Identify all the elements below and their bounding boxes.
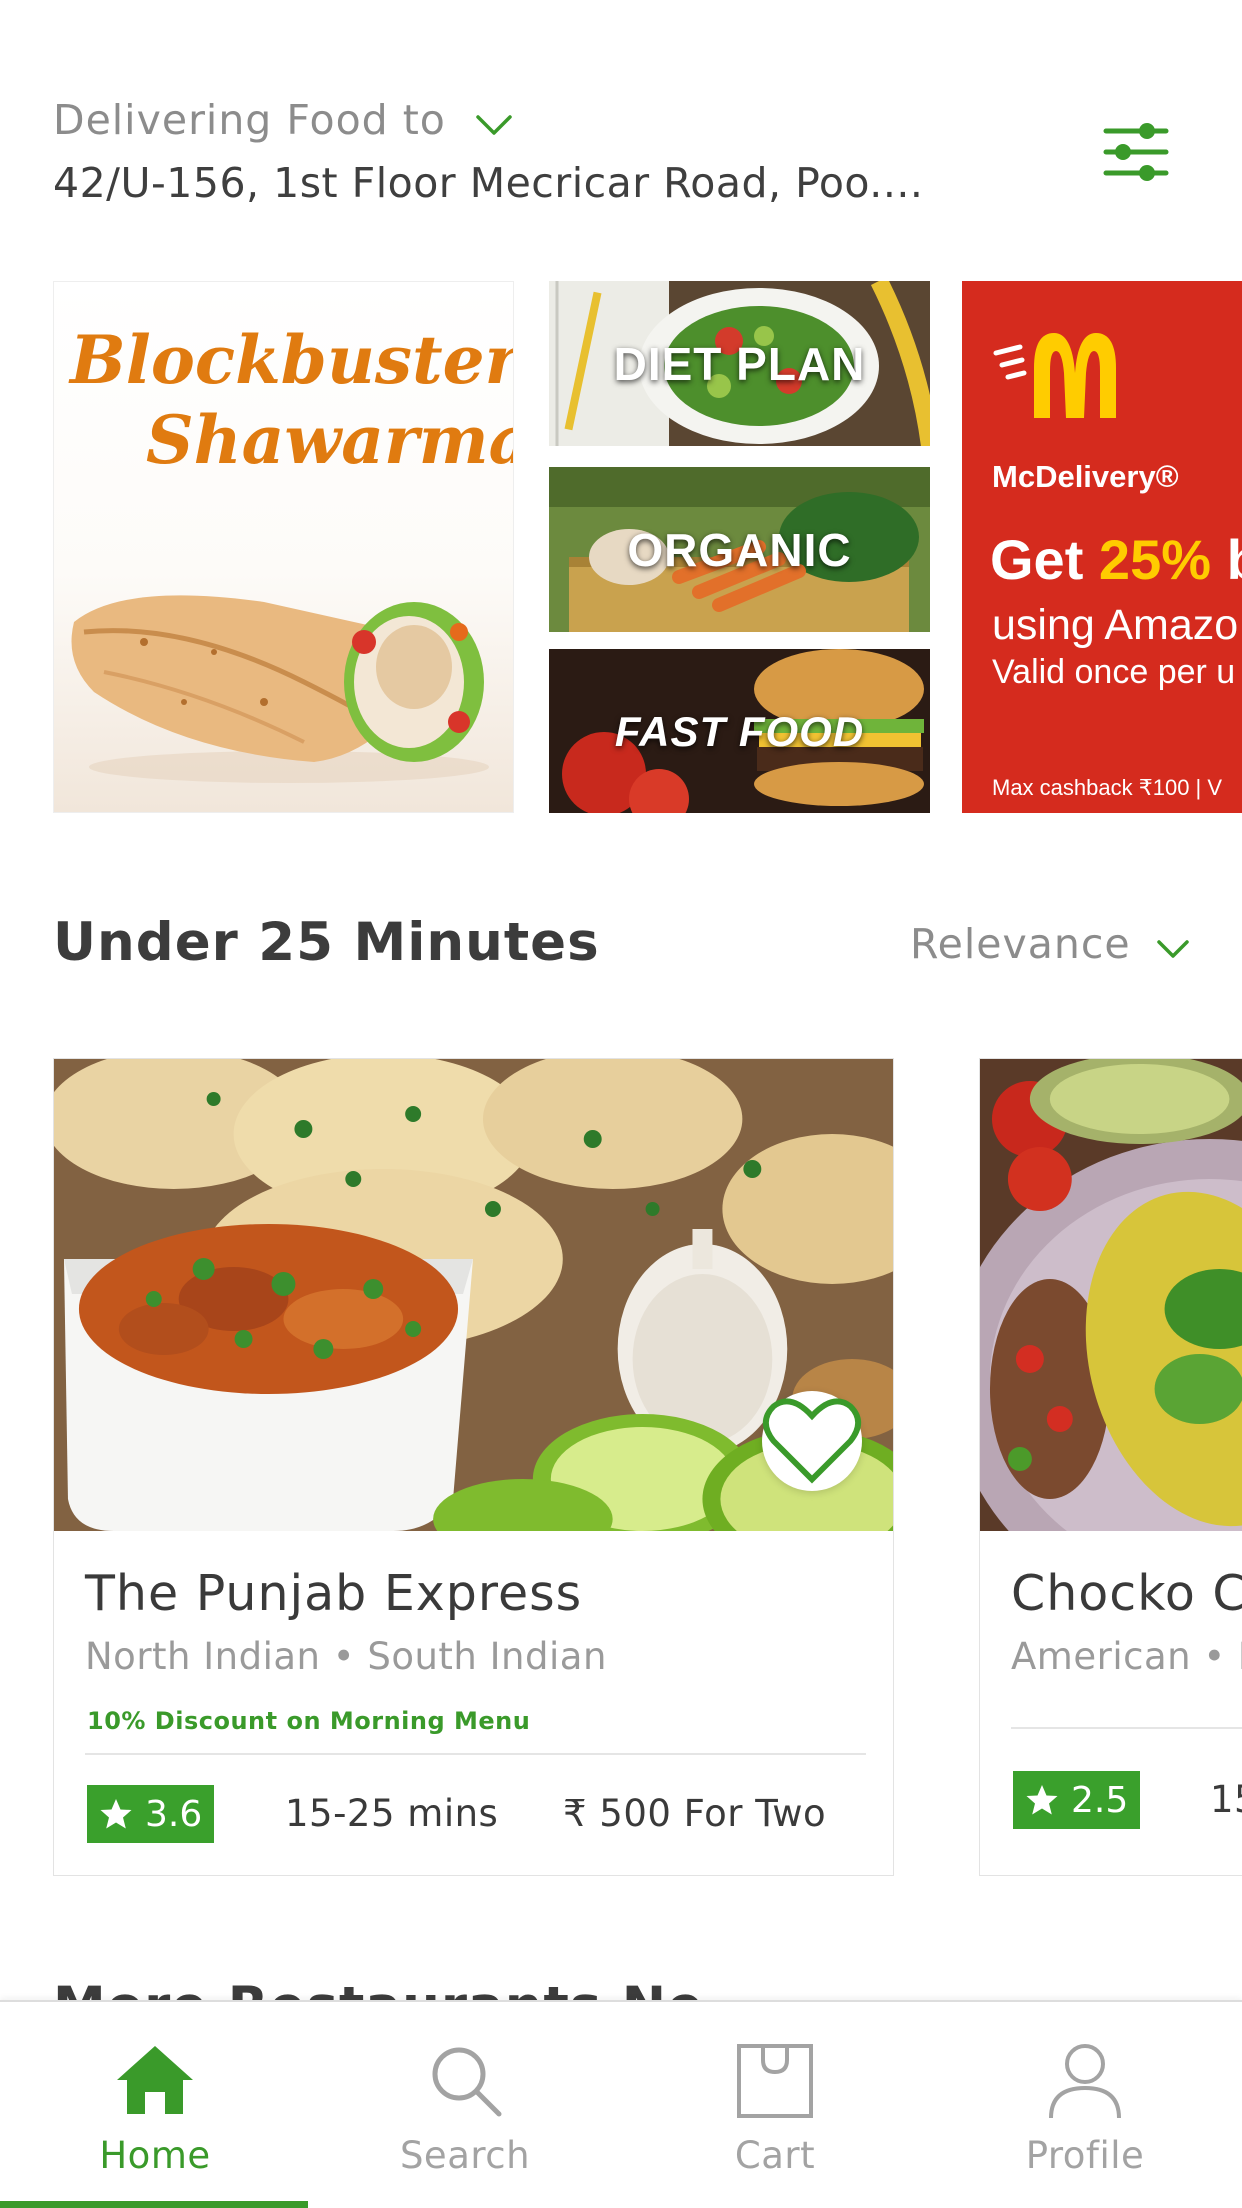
- mcdelivery-offer-suffix: b: [1211, 528, 1242, 591]
- active-tab-indicator: [0, 2201, 308, 2208]
- nav-search-label: Search: [399, 2134, 531, 2177]
- restaurant-cuisine: North Indian • South Indian: [85, 1635, 607, 1678]
- favorite-button[interactable]: [762, 1391, 862, 1491]
- shawarma-title-line1: Blockbuster: [70, 321, 514, 399]
- shawarma-promo-banner[interactable]: Blockbuster Shawarma: [53, 281, 514, 813]
- restaurant-card[interactable]: The Punjab Express North Indian • South …: [53, 1058, 894, 1876]
- restaurant-card[interactable]: Chocko Ch American • In 2.5 15: [979, 1058, 1242, 1876]
- star-icon: [100, 1799, 132, 1829]
- mcdelivery-promo-banner[interactable]: McDelivery® Get 25% b using Amazo Valid …: [962, 281, 1242, 813]
- rating-badge: 3.6: [87, 1785, 215, 1843]
- search-icon: [432, 2047, 502, 2117]
- nav-search[interactable]: Search: [310, 2002, 620, 2208]
- sort-dropdown[interactable]: Relevance: [910, 920, 1191, 968]
- rating-value: 2.5: [1071, 1779, 1129, 1821]
- nav-home-label: Home: [99, 2134, 211, 2177]
- section-title: Under 25 Minutes: [53, 912, 600, 973]
- filter-icon[interactable]: [1103, 119, 1169, 185]
- mcdelivery-offer-percent: 25%: [1098, 528, 1212, 591]
- delivery-label: Delivering Food to: [53, 96, 446, 144]
- bottom-navigation: Home Search Cart Profile: [0, 2000, 1242, 2208]
- chevron-down-icon: [1156, 940, 1189, 958]
- home-icon: [117, 2046, 193, 2114]
- shawarma-wrap-image: [71, 595, 489, 783]
- restaurant-name: Chocko Ch: [1011, 1565, 1242, 1622]
- category-fast-food-label: FAST FOOD: [614, 707, 865, 755]
- mcdelivery-offer-prefix: Get: [990, 528, 1099, 591]
- mcdelivery-brand: McDelivery®: [992, 459, 1179, 494]
- nav-home[interactable]: Home: [0, 2002, 310, 2208]
- card-divider: [85, 1753, 866, 1755]
- restaurant-carousel[interactable]: The Punjab Express North Indian • South …: [0, 1058, 1242, 1888]
- nav-cart-label: Cart: [734, 2134, 816, 2177]
- mcdonalds-logo: [993, 333, 1116, 418]
- restaurant-offer: 10% Discount on Morning Menu: [87, 1707, 531, 1735]
- delivery-address[interactable]: 42/U-156, 1st Floor Mecricar Road, Poo..…: [53, 159, 1193, 207]
- star-icon: [1026, 1785, 1058, 1815]
- mcdelivery-fine-print: Max cashback ₹100 | V: [992, 775, 1223, 800]
- shawarma-promo-title: Blockbuster Shawarma: [70, 320, 514, 480]
- delivery-header: Delivering Food to 42/U-156, 1st Floor M…: [53, 95, 1193, 215]
- taco-dish-image: [980, 1059, 1242, 1531]
- nav-profile[interactable]: Profile: [930, 2002, 1240, 2208]
- delivery-time: 15-25 mins: [285, 1792, 499, 1835]
- sort-label: Relevance: [910, 920, 1131, 968]
- category-organic[interactable]: ORGANIC: [549, 467, 930, 632]
- heart-icon: [762, 1398, 862, 1484]
- nav-cart[interactable]: Cart: [620, 2002, 930, 2208]
- category-organic-label: ORGANIC: [627, 523, 852, 576]
- profile-icon: [1049, 2044, 1121, 2119]
- price-for-two: ₹ 500 For Two: [563, 1792, 827, 1835]
- promo-banner-carousel[interactable]: Blockbuster Shawarma DIET PLAN ORGANIC F…: [0, 281, 1242, 813]
- chevron-down-icon[interactable]: [474, 105, 514, 145]
- shawarma-title-line2: Shawarma: [146, 401, 514, 479]
- restaurant-photo: [980, 1059, 1242, 1531]
- category-diet-plan-label: DIET PLAN: [613, 337, 866, 390]
- delivery-time: 15: [1210, 1778, 1242, 1821]
- delivery-location-selector[interactable]: Delivering Food to: [53, 95, 1193, 145]
- rating-badge: 2.5: [1013, 1771, 1141, 1829]
- restaurant-cuisine: American • In: [1011, 1635, 1242, 1678]
- category-fast-food[interactable]: FAST FOOD: [549, 649, 930, 813]
- mcdelivery-offer: Get 25% b: [990, 527, 1242, 592]
- restaurant-name: The Punjab Express: [85, 1565, 583, 1622]
- rating-value: 3.6: [145, 1793, 203, 1835]
- category-diet-plan[interactable]: DIET PLAN: [549, 281, 930, 446]
- restaurant-photo: [54, 1059, 893, 1531]
- mcdelivery-offer-line3: Valid once per u: [992, 653, 1236, 691]
- cart-icon: [737, 2044, 813, 2118]
- card-divider: [1011, 1727, 1242, 1729]
- mcdelivery-offer-line2: using Amazo: [992, 601, 1239, 649]
- nav-profile-label: Profile: [1025, 2134, 1145, 2177]
